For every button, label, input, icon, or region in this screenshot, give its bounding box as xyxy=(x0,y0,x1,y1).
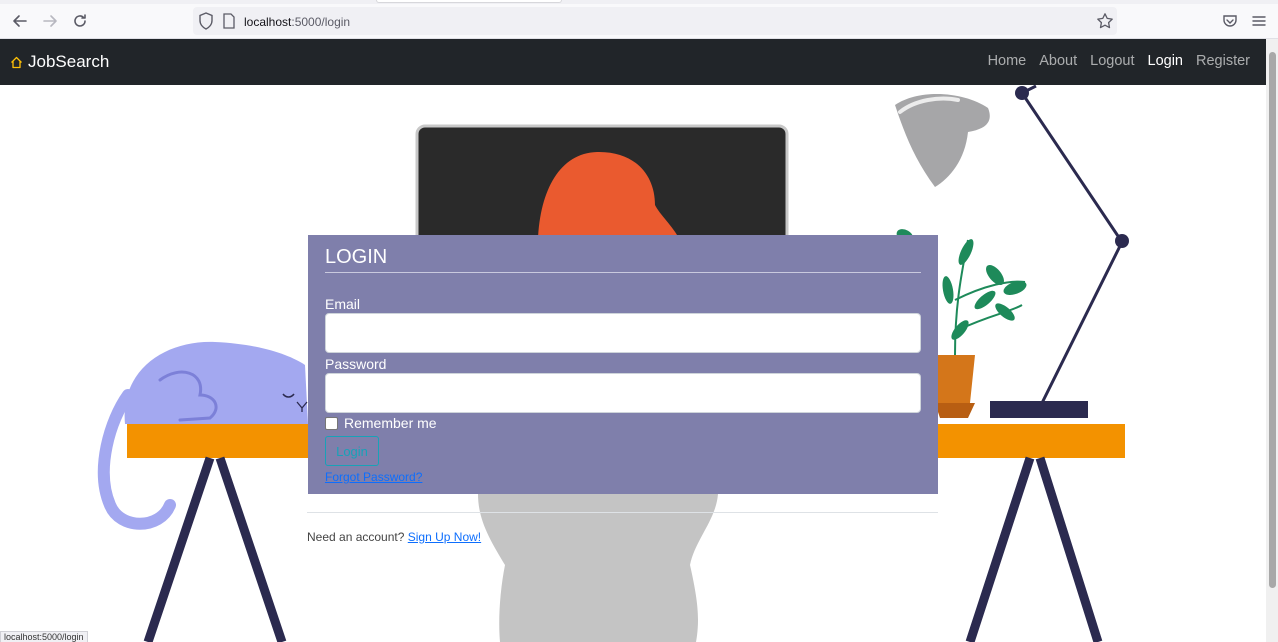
pocket-icon[interactable] xyxy=(1222,13,1238,29)
site-navbar: JobSearch Home About Logout Login Regist… xyxy=(0,39,1266,85)
form-footer-divider xyxy=(307,512,938,513)
url-text[interactable]: localhost:5000/login xyxy=(244,15,350,29)
sign-up-link[interactable]: Sign Up Now! xyxy=(408,530,481,544)
page-info-icon[interactable] xyxy=(222,13,236,29)
login-button[interactable]: Login xyxy=(325,436,379,466)
remember-me-row: Remember me xyxy=(325,415,437,431)
forward-arrow-icon[interactable] xyxy=(40,11,60,31)
signup-prompt: Need an account? Sign Up Now! xyxy=(307,530,481,544)
nav-link-logout[interactable]: Logout xyxy=(1090,53,1134,69)
brand-link[interactable]: JobSearch xyxy=(10,52,109,72)
nav-link-about[interactable]: About xyxy=(1039,53,1077,69)
forgot-password-link[interactable]: Forgot Password? xyxy=(325,470,422,484)
title-divider xyxy=(325,272,921,273)
house-icon xyxy=(11,56,22,68)
nav-link-login[interactable]: Login xyxy=(1148,53,1183,69)
login-card: LOGIN Email Password Remember me Login F… xyxy=(308,235,938,494)
signup-prompt-text: Need an account? xyxy=(307,530,405,544)
nav-link-home[interactable]: Home xyxy=(988,53,1027,69)
hamburger-menu-icon[interactable] xyxy=(1251,13,1267,29)
scrollbar-thumb[interactable] xyxy=(1269,52,1276,588)
active-tab-edge[interactable] xyxy=(376,0,562,3)
reload-icon[interactable] xyxy=(70,11,90,31)
remember-me-label[interactable]: Remember me xyxy=(344,415,437,431)
password-field[interactable] xyxy=(325,373,921,413)
link-status-bar: localhost:5000/login xyxy=(0,631,88,642)
email-label: Email xyxy=(325,296,361,312)
chair-person-illustration xyxy=(478,494,718,642)
tab-strip xyxy=(0,0,1278,4)
url-path: :5000/login xyxy=(291,15,351,29)
back-arrow-icon[interactable] xyxy=(10,11,30,31)
remember-me-checkbox[interactable] xyxy=(325,416,338,430)
email-field[interactable] xyxy=(325,313,921,353)
nav-link-register[interactable]: Register xyxy=(1196,53,1250,69)
bookmark-star-icon[interactable] xyxy=(1096,12,1114,30)
url-host: localhost xyxy=(244,15,292,29)
password-label: Password xyxy=(325,356,387,372)
login-title: LOGIN xyxy=(325,246,388,268)
nav-links: Home About Logout Login Register xyxy=(988,53,1250,69)
brand-name: JobSearch xyxy=(28,52,110,71)
browser-toolbar: localhost:5000/login xyxy=(0,0,1278,39)
shield-icon[interactable] xyxy=(198,12,214,30)
